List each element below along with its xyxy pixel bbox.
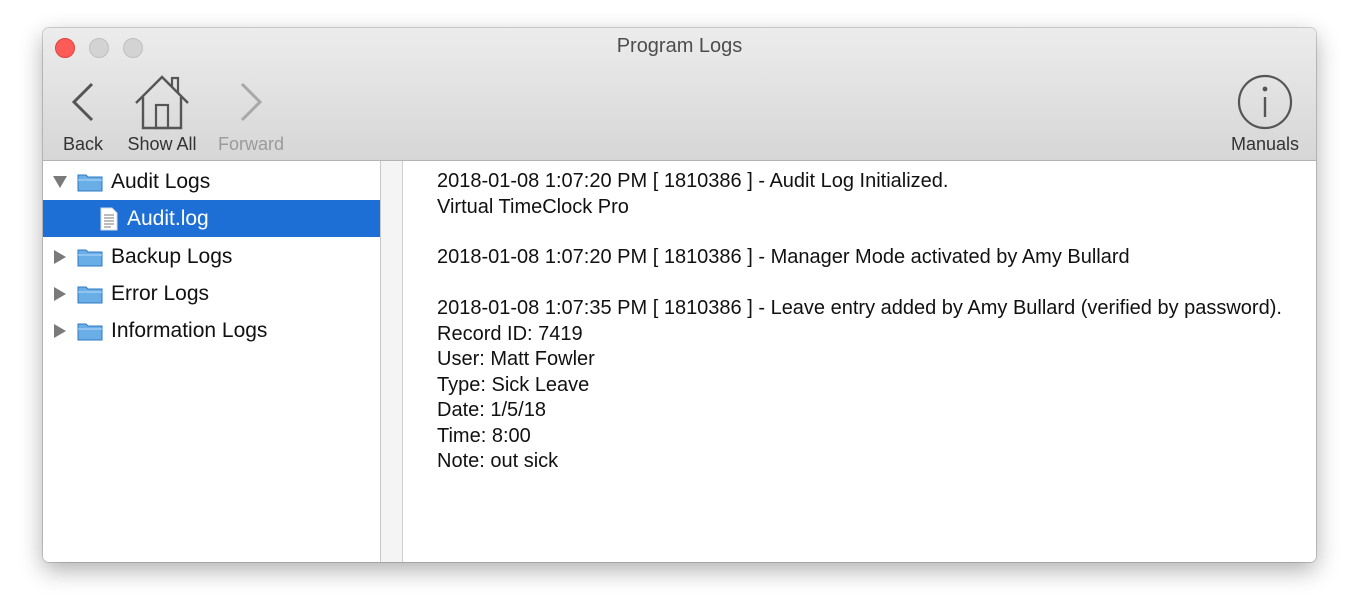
back-button[interactable]: Back: [57, 72, 109, 154]
tree-item-audit-logs[interactable]: Audit Logs: [43, 163, 380, 200]
manuals-label: Manuals: [1230, 134, 1300, 154]
log-entry: 2018-01-08 1:07:20 PM [ 1810386 ] - Mana…: [437, 246, 1130, 268]
document-icon: [99, 207, 119, 231]
disclosure-collapsed-icon[interactable]: [53, 323, 67, 338]
info-icon: [1225, 72, 1305, 132]
chevron-left-icon: [57, 72, 109, 132]
folder-icon: [77, 172, 103, 192]
forward-label: Forward: [217, 134, 284, 154]
tree-item-label: Audit Logs: [111, 169, 211, 193]
tree-item-backup-logs[interactable]: Backup Logs: [43, 238, 380, 275]
folder-icon: [77, 284, 103, 304]
log-content-view[interactable]: 2018-01-08 1:07:20 PM [ 1810386 ] - Audi…: [403, 161, 1316, 562]
tree-item-label: Audit.log: [127, 206, 209, 230]
disclosure-collapsed-icon[interactable]: [53, 286, 67, 301]
tree-item-information-logs[interactable]: Information Logs: [43, 312, 380, 349]
folder-icon: [77, 321, 103, 341]
disclosure-collapsed-icon[interactable]: [53, 249, 67, 264]
home-icon: [121, 72, 203, 132]
window-title: Program Logs: [616, 35, 743, 57]
tree-item-label: Information Logs: [111, 318, 268, 342]
folder-icon: [77, 247, 103, 267]
disclosure-expanded-icon[interactable]: [53, 175, 67, 189]
log-entry: 2018-01-08 1:07:35 PM [ 1810386 ] - Leav…: [437, 297, 1282, 472]
chevron-right-icon: [211, 72, 291, 132]
split-view-divider[interactable]: [381, 161, 403, 562]
manuals-button[interactable]: Manuals: [1225, 72, 1305, 154]
show-all-button[interactable]: Show All: [121, 72, 203, 154]
log-entry: 2018-01-08 1:07:20 PM [ 1810386 ] - Audi…: [437, 170, 949, 218]
tree-item-error-logs[interactable]: Error Logs: [43, 275, 380, 312]
back-label: Back: [62, 134, 104, 154]
tree-item-label: Error Logs: [111, 281, 210, 305]
title-bar[interactable]: Program Logs Back Show All Forward Manua…: [43, 28, 1316, 161]
tree-item-audit-log-file[interactable]: Audit.log: [43, 200, 380, 237]
show-all-label: Show All: [127, 134, 197, 154]
tree-item-label: Backup Logs: [111, 244, 233, 268]
program-logs-window: Program Logs Back Show All Forward Manua…: [43, 28, 1316, 562]
forward-button[interactable]: Forward: [211, 72, 291, 154]
log-tree-sidebar: Audit Logs Audit.log Backup Logs Error L…: [43, 161, 381, 562]
